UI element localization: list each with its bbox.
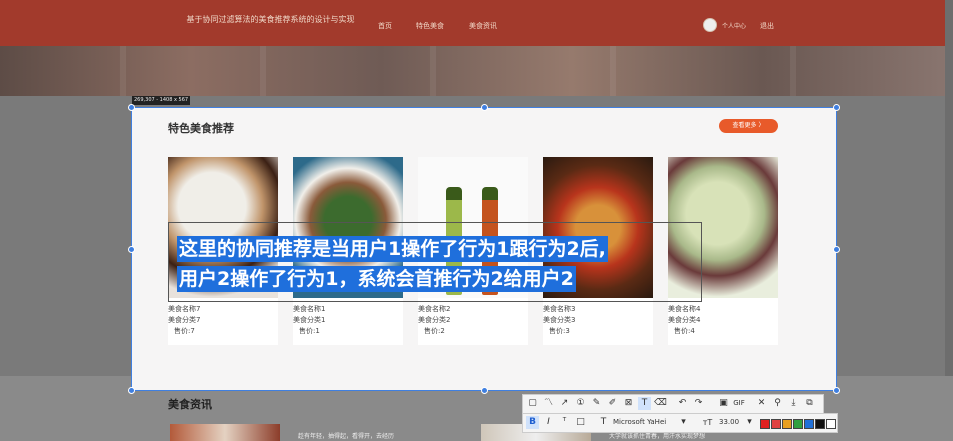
- number-tool-icon[interactable]: ①: [574, 397, 587, 410]
- hero-banner: [0, 46, 953, 96]
- pin-icon[interactable]: ⚲: [771, 397, 784, 410]
- color-swatch-white[interactable]: [826, 419, 836, 429]
- nav-home[interactable]: 首页: [378, 21, 392, 31]
- text-bg-icon[interactable]: ᵀ: [558, 416, 571, 429]
- nav-user-center[interactable]: 个人中心: [722, 21, 746, 30]
- resize-handle[interactable]: [128, 104, 135, 111]
- news-image[interactable]: [170, 424, 280, 441]
- text-tool-icon[interactable]: T: [638, 397, 651, 410]
- page-scrollbar[interactable]: [945, 0, 953, 441]
- text-format-toolbar: B I ᵀ □ T Microsoft YaHei ▾ ᴛT 33.00 ▾: [522, 413, 838, 433]
- color-swatch-red[interactable]: [760, 419, 770, 429]
- resize-handle[interactable]: [833, 246, 840, 253]
- capture-toolbar: ▢ 〽 ↗ ① ✎ ✐ ⊠ T ⌫ ↶ ↷ ▣ GIF ✕ ⚲ ⤓ ⧉: [522, 394, 824, 414]
- bold-button[interactable]: B: [526, 416, 539, 429]
- nav-special-food[interactable]: 特色美食: [416, 21, 444, 31]
- top-navbar: 基于协同过滤算法的美食推荐系统的设计与实现 首页 特色美食 美食资讯 个人中心 …: [0, 0, 953, 46]
- text-border-icon[interactable]: □: [574, 416, 587, 429]
- undo-icon[interactable]: ↶: [676, 397, 689, 410]
- font-size-icon: ᴛT: [702, 418, 713, 427]
- color-swatch-blue[interactable]: [804, 419, 814, 429]
- italic-button[interactable]: I: [542, 416, 555, 429]
- font-size-input[interactable]: 33.00: [719, 418, 739, 426]
- user-avatar-icon[interactable]: [703, 18, 717, 32]
- chevron-down-icon[interactable]: ▾: [677, 416, 690, 429]
- copy-icon[interactable]: ⧉: [803, 397, 816, 410]
- mosaic-tool-icon[interactable]: ⊠: [622, 397, 635, 410]
- resize-handle[interactable]: [833, 387, 840, 394]
- site-title: 基于协同过滤算法的美食推荐系统的设计与实现: [186, 15, 355, 24]
- gif-button[interactable]: GIF: [731, 397, 747, 410]
- nav-logout[interactable]: 退出: [760, 21, 774, 31]
- pen-tool-icon[interactable]: ✎: [590, 397, 603, 410]
- capture-selection[interactable]: [131, 107, 837, 391]
- close-icon[interactable]: ✕: [755, 397, 768, 410]
- resize-handle[interactable]: [481, 104, 488, 111]
- capture-size-label: 269,307 - 1408 x 567: [132, 96, 191, 105]
- color-swatch-orange[interactable]: [782, 419, 792, 429]
- resize-handle[interactable]: [833, 104, 840, 111]
- news-item-text[interactable]: 趁有年轻，抽得起，看得开，去经历: [298, 431, 394, 440]
- color-swatch-red[interactable]: [771, 419, 781, 429]
- download-icon[interactable]: ⤓: [787, 397, 800, 410]
- redo-icon[interactable]: ↷: [692, 397, 705, 410]
- news-section-title: 美食资讯: [168, 398, 212, 411]
- resize-handle[interactable]: [128, 387, 135, 394]
- polyline-tool-icon[interactable]: 〽: [542, 397, 555, 410]
- resize-handle[interactable]: [128, 246, 135, 253]
- font-icon: T: [600, 417, 607, 427]
- color-swatch-green[interactable]: [793, 419, 803, 429]
- eraser-tool-icon[interactable]: ⌫: [654, 397, 667, 410]
- nav-food-news[interactable]: 美食资讯: [469, 21, 497, 31]
- color-swatch-black[interactable]: [815, 419, 825, 429]
- marker-tool-icon[interactable]: ✐: [606, 397, 619, 410]
- chevron-down-icon[interactable]: ▾: [743, 416, 756, 429]
- font-family-select[interactable]: Microsoft YaHei: [613, 418, 666, 426]
- rectangle-tool-icon[interactable]: ▢: [526, 397, 539, 410]
- record-icon[interactable]: ▣: [717, 397, 730, 410]
- resize-handle[interactable]: [481, 387, 488, 394]
- arrow-tool-icon[interactable]: ↗: [558, 397, 571, 410]
